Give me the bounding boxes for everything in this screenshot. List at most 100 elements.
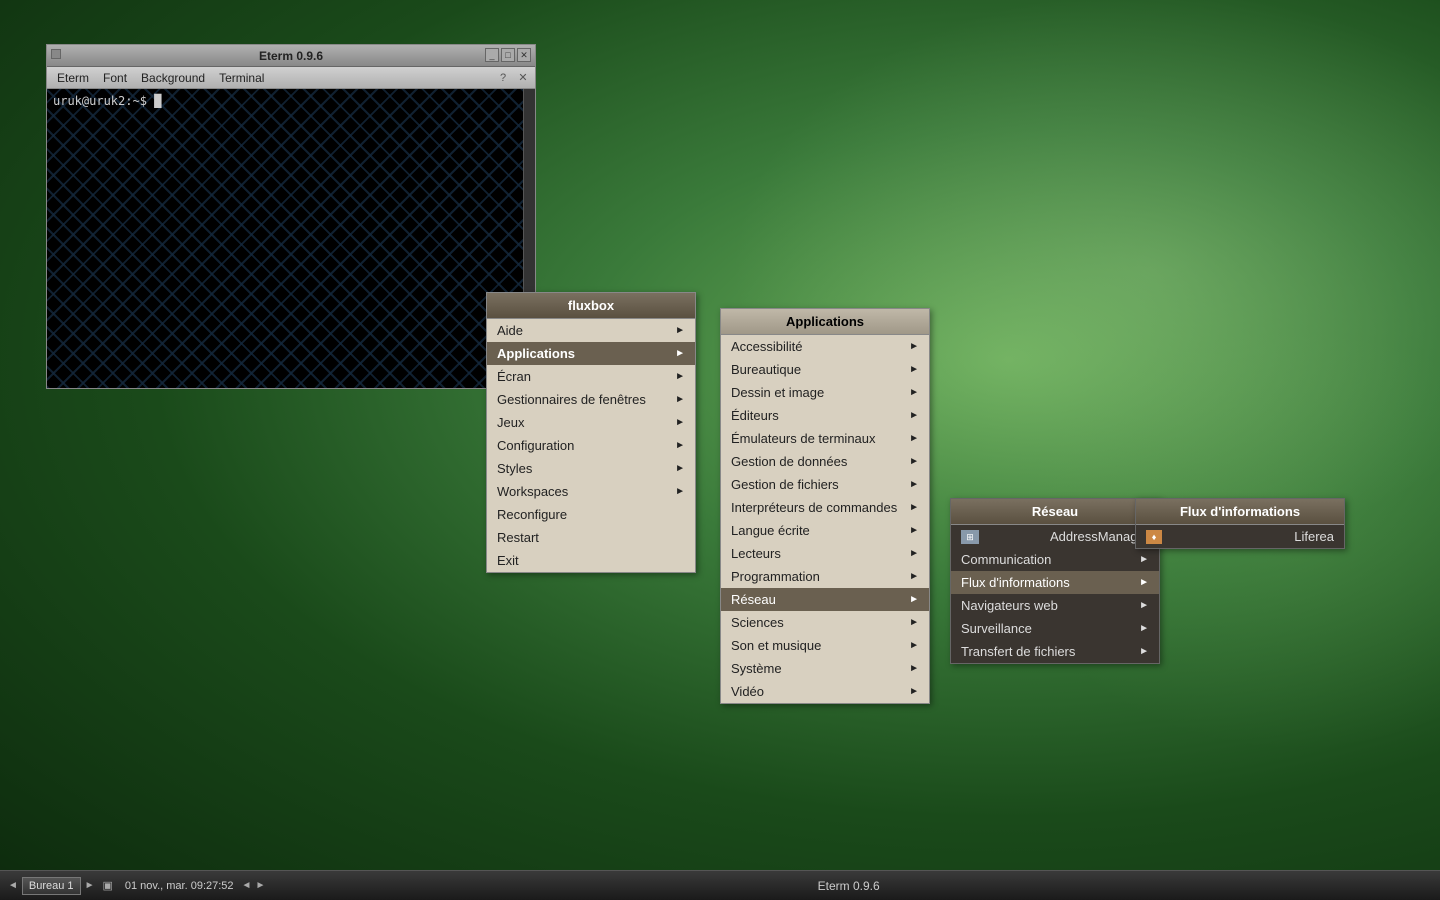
terminal-menu-sep: ? ✕ xyxy=(495,70,531,86)
apps-menu-item-gestion-fichiers[interactable]: Gestion de fichiers ► xyxy=(721,473,929,496)
reseau-menu-item-transfert[interactable]: Transfert de fichiers ► xyxy=(951,640,1159,663)
arrow-icon: ► xyxy=(675,348,685,359)
taskbar: ◄ Bureau 1 ► ▣ 01 nov., mar. 09:27:52 ◄ … xyxy=(0,870,1440,900)
fluxbox-menu-item-configuration[interactable]: Configuration ► xyxy=(487,434,695,457)
arrow-icon: ► xyxy=(675,371,685,382)
workspace-next-arrow[interactable]: ► xyxy=(85,880,95,891)
reseau-menu-item-communication[interactable]: Communication ► xyxy=(951,548,1159,571)
taskbar-arrows-right[interactable]: ► xyxy=(255,880,265,891)
flux-menu: Flux d'informations ♦ Liferea xyxy=(1135,498,1345,549)
workspace-prev-arrow[interactable]: ◄ xyxy=(8,880,18,891)
terminal-minimize-btn[interactable]: _ xyxy=(485,48,499,62)
terminal-maximize-btn[interactable]: □ xyxy=(501,48,515,62)
arrow-icon: ► xyxy=(909,433,919,444)
terminal-content[interactable]: uruk@uruk2:~$ █ xyxy=(47,89,535,388)
apps-menu-item-sciences[interactable]: Sciences ► xyxy=(721,611,929,634)
arrow-icon: ► xyxy=(909,686,919,697)
reseau-menu-item-surveillance[interactable]: Surveillance ► xyxy=(951,617,1159,640)
arrow-icon: ► xyxy=(909,663,919,674)
apps-menu-item-video[interactable]: Vidéo ► xyxy=(721,680,929,703)
arrow-icon: ► xyxy=(909,525,919,536)
arrow-icon: ► xyxy=(909,479,919,490)
taskbar-arrows-left[interactable]: ◄ xyxy=(242,880,252,891)
apps-menu-item-interpreteurs[interactable]: Interpréteurs de commandes ► xyxy=(721,496,929,519)
arrow-icon: ► xyxy=(675,463,685,474)
terminal-menu-background[interactable]: Background xyxy=(135,69,211,87)
apps-menu-item-lecteurs[interactable]: Lecteurs ► xyxy=(721,542,929,565)
terminal-title: Eterm 0.9.6 xyxy=(259,49,323,63)
arrow-icon: ► xyxy=(675,486,685,497)
taskbar-app-label: Eterm 0.9.6 xyxy=(818,879,880,893)
arrow-icon: ► xyxy=(909,617,919,628)
fluxbox-menu-header: fluxbox xyxy=(487,293,695,319)
terminal-menu-eterm[interactable]: Eterm xyxy=(51,69,95,87)
taskbar-center: Eterm 0.9.6 xyxy=(265,879,1432,893)
fluxbox-menu-item-ecran[interactable]: Écran ► xyxy=(487,365,695,388)
terminal-menubar: Eterm Font Background Terminal ? ✕ xyxy=(47,67,535,89)
fluxbox-menu-item-jeux[interactable]: Jeux ► xyxy=(487,411,695,434)
fluxbox-menu-item-gestionnaires[interactable]: Gestionnaires de fenêtres ► xyxy=(487,388,695,411)
arrow-icon: ► xyxy=(1139,554,1149,565)
terminal-bg-pattern xyxy=(47,89,535,388)
workspace-button[interactable]: Bureau 1 xyxy=(22,877,81,895)
fluxbox-menu-item-styles[interactable]: Styles ► xyxy=(487,457,695,480)
arrow-icon: ► xyxy=(909,640,919,651)
fluxbox-menu: fluxbox Aide ► Applications ► Écran ► Ge… xyxy=(486,292,696,573)
terminal-prompt: uruk@uruk2:~$ █ xyxy=(53,94,161,108)
arrow-icon: ► xyxy=(909,364,919,375)
apps-menu-item-editeurs[interactable]: Éditeurs ► xyxy=(721,404,929,427)
apps-menu-item-bureautique[interactable]: Bureautique ► xyxy=(721,358,929,381)
arrow-icon: ► xyxy=(909,410,919,421)
apps-menu-item-gestion-donnees[interactable]: Gestion de données ► xyxy=(721,450,929,473)
workspace-icon[interactable]: ▣ xyxy=(102,879,112,892)
apps-menu-item-programmation[interactable]: Programmation ► xyxy=(721,565,929,588)
arrow-icon: ► xyxy=(909,594,919,605)
terminal-help-icon[interactable]: ? xyxy=(495,70,511,86)
reseau-menu-item-navigateurs[interactable]: Navigateurs web ► xyxy=(951,594,1159,617)
terminal-text: uruk@uruk2:~$ █ xyxy=(53,93,529,110)
terminal-title-buttons: _ □ ✕ xyxy=(485,48,531,62)
terminal-menu-terminal[interactable]: Terminal xyxy=(213,69,270,87)
fluxbox-menu-item-exit[interactable]: Exit xyxy=(487,549,695,572)
apps-menu-item-dessin[interactable]: Dessin et image ► xyxy=(721,381,929,404)
fluxbox-menu-item-workspaces[interactable]: Workspaces ► xyxy=(487,480,695,503)
arrow-icon: ► xyxy=(1139,623,1149,634)
arrow-icon: ► xyxy=(1139,577,1149,588)
arrow-icon: ► xyxy=(909,341,919,352)
applications-menu: Applications Accessibilité ► Bureautique… xyxy=(720,308,930,704)
reseau-menu-item-flux[interactable]: Flux d'informations ► xyxy=(951,571,1159,594)
reseau-menu-item-addressmanager[interactable]: ⊞ AddressManager xyxy=(951,525,1159,548)
arrow-icon: ► xyxy=(675,325,685,336)
terminal-left-btn[interactable] xyxy=(51,49,61,59)
terminal-window: Eterm 0.9.6 _ □ ✕ Eterm Font Background … xyxy=(46,44,536,389)
arrow-icon: ► xyxy=(909,502,919,513)
arrow-icon: ► xyxy=(1139,646,1149,657)
arrow-icon: ► xyxy=(909,548,919,559)
terminal-close-btn[interactable]: ✕ xyxy=(517,48,531,62)
fluxbox-menu-item-restart[interactable]: Restart xyxy=(487,526,695,549)
apps-menu-item-reseau[interactable]: Réseau ► xyxy=(721,588,929,611)
applications-menu-header: Applications xyxy=(721,309,929,335)
arrow-icon: ► xyxy=(675,440,685,451)
apps-menu-item-systeme[interactable]: Système ► xyxy=(721,657,929,680)
terminal-titlebar: Eterm 0.9.6 _ □ ✕ xyxy=(47,45,535,67)
apps-menu-item-emulateurs[interactable]: Émulateurs de terminaux ► xyxy=(721,427,929,450)
apps-menu-item-accessibilite[interactable]: Accessibilité ► xyxy=(721,335,929,358)
arrow-icon: ► xyxy=(675,417,685,428)
address-manager-icon: ⊞ xyxy=(961,530,979,544)
arrow-icon: ► xyxy=(909,387,919,398)
terminal-close-icon[interactable]: ✕ xyxy=(515,70,531,86)
fluxbox-menu-item-applications[interactable]: Applications ► xyxy=(487,342,695,365)
apps-menu-item-langue[interactable]: Langue écrite ► xyxy=(721,519,929,542)
flux-menu-header: Flux d'informations xyxy=(1136,499,1344,525)
taskbar-datetime: 01 nov., mar. 09:27:52 xyxy=(125,880,234,892)
reseau-menu: Réseau ⊞ AddressManager Communication ► … xyxy=(950,498,1160,664)
taskbar-left: ◄ Bureau 1 ► ▣ 01 nov., mar. 09:27:52 ◄ … xyxy=(8,877,265,895)
flux-menu-item-liferea[interactable]: ♦ Liferea xyxy=(1136,525,1344,548)
fluxbox-menu-item-reconfigure[interactable]: Reconfigure xyxy=(487,503,695,526)
liferea-icon: ♦ xyxy=(1146,530,1162,544)
apps-menu-item-son[interactable]: Son et musique ► xyxy=(721,634,929,657)
terminal-menu-font[interactable]: Font xyxy=(97,69,133,87)
arrow-icon: ► xyxy=(1139,600,1149,611)
fluxbox-menu-item-aide[interactable]: Aide ► xyxy=(487,319,695,342)
